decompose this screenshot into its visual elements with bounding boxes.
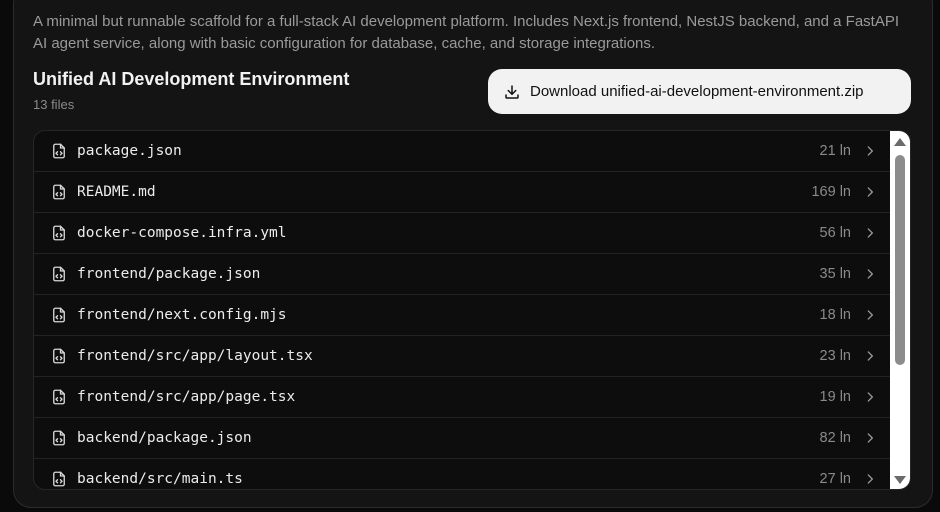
file-code-icon: [50, 183, 68, 201]
file-line-count: 35 ln: [819, 266, 851, 282]
file-line-count: 82 ln: [819, 430, 851, 446]
chevron-right-icon: [863, 267, 877, 281]
file-line-count: 23 ln: [819, 348, 851, 364]
file-rows: package.json 21 ln README.md 169 ln docker-c…: [34, 131, 891, 489]
file-name: README.md: [77, 184, 156, 200]
file-code-icon: [50, 224, 68, 242]
file-name: docker-compose.infra.yml: [77, 225, 287, 241]
file-name: backend/src/main.ts: [77, 471, 243, 487]
project-title: Unified AI Development Environment: [33, 69, 350, 89]
chevron-right-icon: [863, 390, 877, 404]
file-code-icon: [50, 429, 68, 447]
file-row[interactable]: README.md 169 ln: [34, 172, 891, 213]
file-row[interactable]: frontend/src/app/layout.tsx 23 ln: [34, 336, 891, 377]
file-name: frontend/src/app/page.tsx: [77, 389, 296, 405]
file-code-icon: [50, 388, 68, 406]
file-row[interactable]: frontend/package.json 35 ln: [34, 254, 891, 295]
chevron-right-icon: [863, 472, 877, 486]
file-line-count: 18 ln: [819, 307, 851, 323]
file-line-count: 19 ln: [819, 389, 851, 405]
file-code-icon: [50, 265, 68, 283]
file-row[interactable]: frontend/src/app/page.tsx 19 ln: [34, 377, 891, 418]
scroll-down-arrow-icon[interactable]: [894, 476, 906, 484]
file-line-count: 27 ln: [819, 471, 851, 487]
file-row[interactable]: frontend/next.config.mjs 18 ln: [34, 295, 891, 336]
download-zip-button[interactable]: Download unified-ai-development-environm…: [488, 69, 911, 114]
scroll-up-arrow-icon[interactable]: [894, 138, 906, 146]
chevron-right-icon: [863, 431, 877, 445]
chevron-right-icon: [863, 226, 877, 240]
chevron-right-icon: [863, 185, 877, 199]
chevron-right-icon: [863, 349, 877, 363]
file-code-icon: [50, 470, 68, 488]
chevron-right-icon: [863, 308, 877, 322]
file-list-scrollbar[interactable]: [890, 131, 910, 489]
download-icon: [503, 83, 521, 101]
file-count: 13 files: [33, 97, 75, 112]
file-line-count: 169 ln: [811, 184, 851, 200]
file-name: frontend/package.json: [77, 266, 261, 282]
file-line-count: 56 ln: [819, 225, 851, 241]
project-description: A minimal but runnable scaffold for a fu…: [33, 13, 900, 52]
file-code-icon: [50, 306, 68, 324]
file-name: frontend/src/app/layout.tsx: [77, 348, 313, 364]
file-line-count: 21 ln: [819, 143, 851, 159]
file-code-icon: [50, 142, 68, 160]
chevron-right-icon: [863, 144, 877, 158]
file-row[interactable]: package.json 21 ln: [34, 131, 891, 172]
file-row[interactable]: backend/src/main.ts 27 ln: [34, 459, 891, 489]
file-name: backend/package.json: [77, 430, 252, 446]
file-row[interactable]: backend/package.json 82 ln: [34, 418, 891, 459]
file-list: package.json 21 ln README.md 169 ln docker-c…: [33, 130, 911, 490]
download-zip-label: Download unified-ai-development-environm…: [530, 83, 864, 100]
scroll-thumb[interactable]: [895, 155, 905, 365]
file-name: frontend/next.config.mjs: [77, 307, 287, 323]
file-row[interactable]: docker-compose.infra.yml 56 ln: [34, 213, 891, 254]
file-name: package.json: [77, 143, 182, 159]
file-code-icon: [50, 347, 68, 365]
